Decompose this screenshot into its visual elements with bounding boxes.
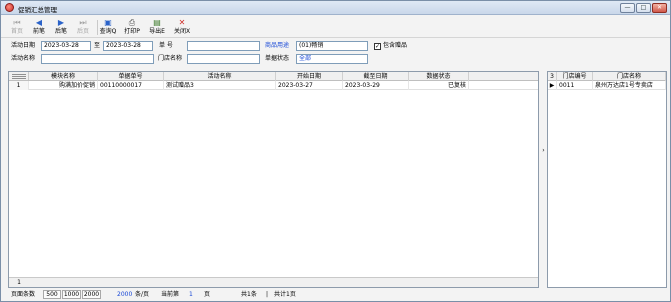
store-row[interactable]: ▶ 0011 泉州万达店1号专卖店 — [548, 81, 666, 90]
print-button[interactable]: ⎙ 打印P — [119, 18, 145, 37]
last-page-label: 后页 — [76, 28, 89, 35]
next-icon: ▶ — [57, 18, 65, 27]
row-marker-icon: ▶ — [548, 81, 557, 90]
restore-button[interactable]: □ — [636, 3, 651, 13]
col-module[interactable]: 模块名称 — [29, 72, 98, 81]
export-label: 导出E — [149, 28, 165, 35]
pager-separator: | — [266, 291, 269, 298]
toolbar: ⏮ 首页 ◀ 前笔 ▶ 后笔 ⏭ 后页 ▣ 查询Q ⎙ 打印P ▤ 导出E ✕ — [1, 16, 670, 38]
previous-label: 前笔 — [32, 28, 45, 35]
footer-count: 1 — [17, 279, 21, 286]
last-page-button[interactable]: ⏭ 后页 — [71, 18, 95, 37]
current-page-label: 当前第 — [161, 291, 180, 298]
row-index: 1 — [9, 81, 29, 90]
window-title: 促销汇总管理 — [18, 6, 57, 14]
store-row-count: 3 — [548, 72, 557, 81]
app-logo-icon — [5, 3, 14, 12]
page-size-1000[interactable]: 1000 — [62, 290, 81, 299]
date-label: 活动日期 — [11, 42, 36, 49]
purpose-label: 商品用途 — [265, 42, 290, 49]
printer-icon: ⎙ — [128, 18, 136, 27]
panel-splitter[interactable]: › — [541, 71, 546, 288]
minimize-button[interactable]: — — [620, 3, 635, 13]
gift-checkbox-label: 包含赠品 — [383, 42, 408, 49]
doc-no-label: 单 号 — [159, 42, 173, 49]
first-page-button[interactable]: ⏮ 首页 — [5, 18, 29, 37]
close-button[interactable]: ✕ 关闭X — [169, 18, 195, 37]
next-label: 后笔 — [54, 28, 67, 35]
col-end-date[interactable]: 截至日期 — [343, 72, 409, 81]
col-activity[interactable]: 活动名称 — [164, 72, 276, 81]
previous-button[interactable]: ◀ 前笔 — [27, 18, 51, 37]
page-size-500[interactable]: 500 — [43, 290, 61, 299]
close-window-button[interactable]: ✕ — [652, 3, 667, 13]
first-page-icon: ⏮ — [13, 18, 21, 27]
page-size-label: 页面条数 — [11, 291, 36, 298]
table-row[interactable]: 1 购满加价促销 00110000017 测试赠品3 2023-03-27 20… — [9, 81, 538, 90]
chevron-right-icon[interactable]: › — [541, 148, 546, 154]
cell-start-date: 2023-03-27 — [276, 81, 343, 90]
close-icon: ✕ — [178, 18, 186, 27]
next-button[interactable]: ▶ 后笔 — [49, 18, 73, 37]
title-bar: 促销汇总管理 — □ ✕ — [1, 1, 670, 15]
date-from-input[interactable]: 2023-03-28 — [41, 41, 91, 51]
window-controls: — □ ✕ — [620, 3, 667, 13]
close-label: 关闭X — [173, 28, 191, 35]
main-table: 模块名称 单据单号 活动名称 开始日期 截至日期 数据状态 1 购满加价促销 0… — [8, 71, 539, 288]
columns-icon — [12, 74, 26, 79]
filter-form: 活动日期 2023-03-28 至 2023-03-28 单 号 商品用途 (0… — [1, 39, 670, 69]
date-to-input[interactable]: 2023-03-28 — [103, 41, 153, 51]
per-page-unit: 条/页 — [135, 291, 150, 298]
purpose-select[interactable]: (01)畅销 — [296, 41, 368, 51]
export-button[interactable]: ▤ 导出E — [144, 18, 170, 37]
print-label: 打印P — [124, 28, 140, 35]
status-select[interactable]: 全部 — [296, 54, 368, 64]
cell-status: 已复核 — [409, 81, 469, 90]
first-page-label: 首页 — [10, 28, 23, 35]
store-name-label: 门店名称 — [158, 55, 183, 62]
last-page-icon: ⏭ — [79, 18, 87, 27]
cell-store-name: 泉州万达店1号专卖店 — [593, 81, 666, 90]
query-icon: ▣ — [104, 18, 112, 27]
cell-store-no: 0011 — [557, 81, 593, 90]
export-icon: ▤ — [153, 18, 161, 27]
table-header: 模块名称 单据单号 活动名称 开始日期 截至日期 数据状态 — [9, 72, 538, 81]
to-label: 至 — [94, 42, 101, 49]
previous-icon: ◀ — [35, 18, 43, 27]
cell-module: 购满加价促销 — [29, 81, 98, 90]
col-store-name[interactable]: 门店名称 — [593, 72, 666, 81]
horizontal-scrollbar[interactable] — [29, 277, 469, 287]
activity-name-label: 活动名称 — [11, 55, 36, 62]
store-table-header: 3 门店编号 门店名称 — [548, 72, 666, 81]
page-unit: 页 — [204, 291, 211, 298]
table-footer: 1 — [9, 277, 538, 287]
store-name-input[interactable] — [187, 54, 260, 64]
cell-doc-no: 00110000017 — [98, 81, 164, 90]
cell-end-date: 2023-03-29 — [343, 81, 409, 90]
pager: 页面条数 500 1000 2000 2000 条/页 当前第 1 页 共1条 … — [1, 289, 670, 301]
total-pages: 共计1页 — [274, 291, 296, 298]
current-page-number: 1 — [189, 291, 193, 298]
current-page-size: 2000 — [117, 291, 133, 298]
doc-no-input[interactable] — [187, 41, 260, 51]
page-size-2000[interactable]: 2000 — [82, 290, 101, 299]
col-doc-no[interactable]: 单据单号 — [98, 72, 164, 81]
main-window: 促销汇总管理 — □ ✕ ⏮ 首页 ◀ 前笔 ▶ 后笔 ⏭ 后页 ▣ 查询Q ⎙… — [0, 0, 671, 302]
col-store-no[interactable]: 门店编号 — [557, 72, 593, 81]
query-button[interactable]: ▣ 查询Q — [95, 18, 121, 37]
col-status[interactable]: 数据状态 — [409, 72, 469, 81]
activity-name-input[interactable] — [41, 54, 154, 64]
gift-checkbox[interactable]: ✓ — [374, 43, 381, 50]
cell-activity: 测试赠品3 — [164, 81, 276, 90]
query-label: 查询Q — [99, 28, 117, 35]
store-table: 3 门店编号 门店名称 ▶ 0011 泉州万达店1号专卖店 — [547, 71, 667, 288]
col-start-date[interactable]: 开始日期 — [276, 72, 343, 81]
total-records: 共1条 — [241, 291, 257, 298]
status-label: 单据状态 — [265, 55, 290, 62]
table-corner[interactable] — [9, 72, 29, 80]
